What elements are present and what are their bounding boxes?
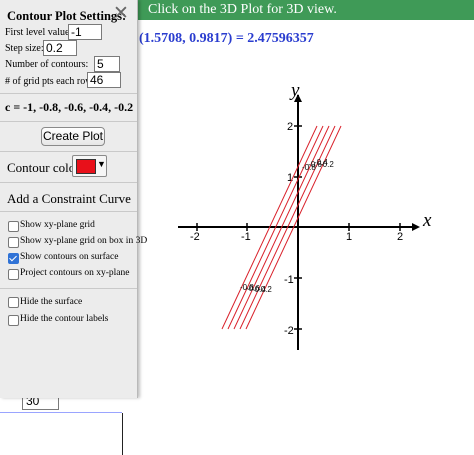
panel-underline: [0, 412, 122, 413]
contours-input[interactable]: 5: [94, 56, 120, 72]
separator: [0, 182, 137, 183]
hide-labels-label: Hide the contour labels: [20, 314, 109, 324]
panel-title: Contour Plot Settings:: [7, 9, 127, 23]
first-level-label: First level value:: [5, 27, 73, 38]
xy-grid-box-checkbox[interactable]: [8, 237, 19, 248]
close-icon[interactable]: ✕: [113, 4, 129, 24]
contour-label: -0.2: [320, 160, 334, 169]
separator: [0, 288, 137, 289]
y-tick-label: 2: [287, 121, 293, 133]
dropdown-arrow-icon: ▼: [97, 159, 106, 169]
xy-grid-checkbox[interactable]: [8, 221, 19, 232]
separator: [0, 211, 137, 212]
first-level-input[interactable]: -1: [68, 24, 102, 40]
contours-label: Number of contours:: [5, 59, 89, 70]
contours-surface-label: Show contours on surface: [20, 252, 119, 262]
contour-label: -0.2: [258, 285, 272, 294]
color-swatch: [76, 159, 96, 174]
xy-grid-label: Show xy-plane grid: [20, 220, 95, 230]
y-tick-label: -1: [284, 274, 294, 286]
separator: [0, 121, 137, 122]
step-size-input[interactable]: 0.2: [43, 40, 77, 56]
hide-surface-label: Hide the surface: [20, 297, 83, 307]
y-axis-label: y: [289, 80, 300, 101]
project-contours-label: Project contours on xy-plane: [20, 268, 130, 278]
x-axis-arrow: [412, 223, 420, 231]
grid-points-input[interactable]: 46: [87, 72, 121, 88]
hide-labels-checkbox[interactable]: [8, 315, 19, 326]
contour-settings-panel: Contour Plot Settings: ✕ First level val…: [0, 0, 147, 398]
x-tick-label: -1: [241, 231, 251, 243]
x-tick-label: 1: [346, 231, 352, 243]
contours-surface-checkbox[interactable]: [8, 253, 19, 264]
separator: [0, 151, 137, 152]
x-axis-label: x: [422, 210, 432, 231]
separator: [0, 93, 137, 94]
create-plot-button[interactable]: Create Plot: [41, 127, 105, 146]
chevron-right-icon[interactable]: ›: [125, 191, 129, 206]
x-tick-label: 2: [397, 231, 403, 243]
xy-grid-box-label: Show xy-plane grid on box in 3D: [20, 236, 148, 246]
y-tick-label: -2: [284, 325, 294, 337]
hide-surface-checkbox[interactable]: [8, 297, 19, 308]
add-constraint-curve[interactable]: Add a Constraint Curve: [7, 191, 131, 207]
divider-line: [122, 413, 123, 455]
step-size-label: Step size:: [5, 43, 44, 54]
grid-points-label: # of grid pts each row:: [5, 76, 96, 87]
contour-levels-text: c = -1, -0.8, -0.6, -0.4, -0.2: [5, 100, 134, 114]
contour-color-picker[interactable]: ▼: [72, 155, 107, 177]
x-tick-label: -2: [190, 231, 200, 243]
project-contours-checkbox[interactable]: [8, 269, 19, 280]
